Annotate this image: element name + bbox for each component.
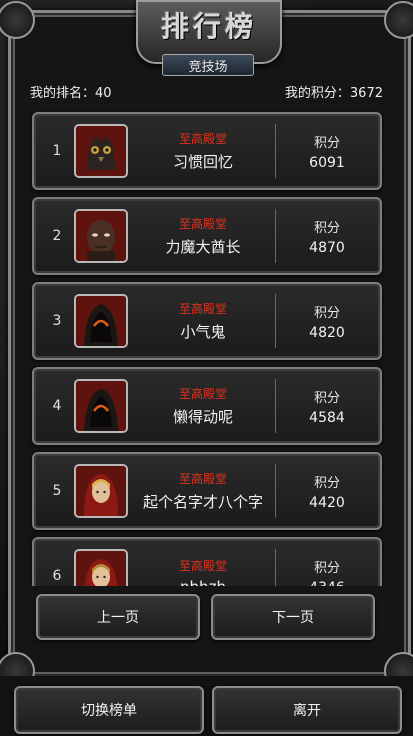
leaderboard-entry[interactable]: 6 至高殿堂 nbhzh 积分 4346 <box>32 537 382 588</box>
bottom-bar: 切换榜单 离开 <box>0 676 413 736</box>
red-hood-girl-icon[interactable] <box>74 464 128 518</box>
summary-row: 我的排名：40 我的积分：3672 <box>30 80 383 102</box>
leaderboard-entry[interactable]: 1 至高殿堂 习惯回忆 积分 6091 <box>32 112 382 190</box>
score-label: 积分 <box>313 560 340 576</box>
leaderboard-entry[interactable]: 5 至高殿堂 起个名字才八个字 积分 4420 <box>32 452 382 530</box>
score-value: 6091 <box>309 154 345 171</box>
score-value: 4870 <box>309 239 345 256</box>
player-title: 至高殿堂 <box>178 472 227 486</box>
corner-ornament-icon <box>384 1 413 39</box>
category-label: 竞技场 <box>162 54 254 76</box>
entry-rank: 1 <box>52 143 62 159</box>
my-score-text: 我的积分：3672 <box>284 85 383 101</box>
player-name: 懒得动呢 <box>172 408 233 426</box>
score-label: 积分 <box>313 135 340 151</box>
corner-ornament-icon <box>0 1 35 39</box>
player-name: 力魔大酋长 <box>165 238 241 256</box>
player-title: 至高殿堂 <box>178 217 227 231</box>
leaderboard-list[interactable]: 1 至高殿堂 习惯回忆 积分 6091 2 至高殿堂 力魔大酋长 积分 4870… <box>26 104 387 588</box>
score-value: 4420 <box>309 494 345 511</box>
player-title: 至高殿堂 <box>178 302 227 316</box>
player-name: 习惯回忆 <box>172 153 233 171</box>
player-name: 起个名字才八个字 <box>142 493 263 511</box>
entry-rank: 4 <box>52 398 62 414</box>
next-page-button[interactable]: 下一页 <box>211 594 375 640</box>
leaderboard-entry[interactable]: 2 至高殿堂 力魔大酋长 积分 4870 <box>32 197 382 275</box>
hooded-fire-icon[interactable] <box>74 379 128 433</box>
score-label: 积分 <box>313 220 340 236</box>
player-name: 小气鬼 <box>180 323 226 341</box>
my-rank-text: 我的排名：40 <box>30 85 112 101</box>
score-value: 4820 <box>309 324 345 341</box>
entry-rank: 2 <box>52 228 62 244</box>
leave-button[interactable]: 离开 <box>212 686 402 734</box>
owl-beast-icon[interactable] <box>74 124 128 178</box>
pager-bar: 上一页 下一页 <box>26 586 387 644</box>
switch-board-button[interactable]: 切换榜单 <box>14 686 204 734</box>
player-title: 至高殿堂 <box>178 558 227 573</box>
entry-rank: 6 <box>52 568 62 584</box>
red-hood-girl-icon[interactable] <box>74 549 128 588</box>
score-label: 积分 <box>313 305 340 321</box>
warrior-face-icon[interactable] <box>74 209 128 263</box>
leaderboard-entry[interactable]: 3 至高殿堂 小气鬼 积分 4820 <box>32 282 382 360</box>
score-value: 4584 <box>309 409 345 426</box>
leaderboard-entry[interactable]: 4 至高殿堂 懒得动呢 积分 4584 <box>32 367 382 445</box>
entry-rank: 3 <box>52 313 62 329</box>
score-label: 积分 <box>313 390 340 406</box>
page-title: 排行榜 <box>160 10 257 43</box>
player-title: 至高殿堂 <box>178 387 227 401</box>
score-label: 积分 <box>313 475 340 491</box>
player-title: 至高殿堂 <box>178 132 227 146</box>
entry-rank: 5 <box>52 483 62 499</box>
hooded-fire-icon[interactable] <box>74 294 128 348</box>
prev-page-button[interactable]: 上一页 <box>36 594 200 640</box>
